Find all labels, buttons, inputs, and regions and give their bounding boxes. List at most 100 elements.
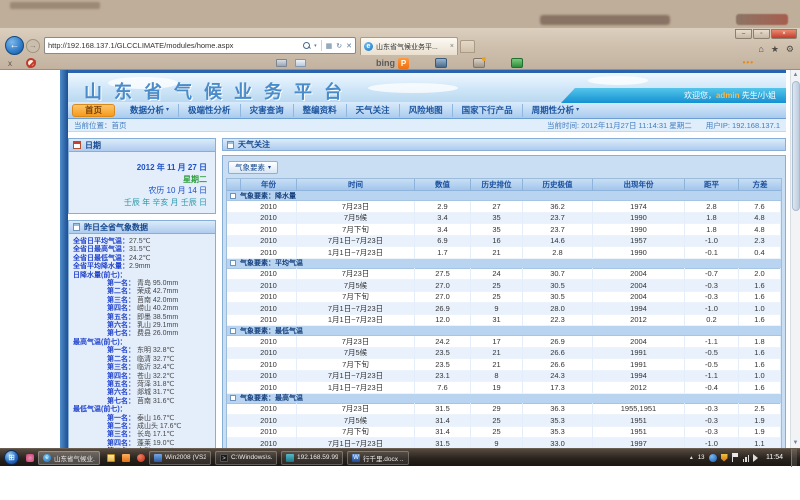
cell-1: 7月23日: [297, 336, 415, 348]
table-row[interactable]: 20101月1日~7月23日1.7212.81990-0.10.4: [227, 247, 781, 259]
more-options-icon[interactable]: •••: [743, 58, 754, 67]
camera-addon-icon[interactable]: [435, 58, 447, 68]
nav-item-0[interactable]: 首页: [72, 104, 115, 117]
cell-5: 2004: [593, 268, 685, 280]
table-row[interactable]: 20107月5候23.52126.61991-0.51.6: [227, 348, 781, 360]
close-addon-bar-icon[interactable]: x: [8, 59, 12, 68]
show-desktop-button[interactable]: [791, 449, 797, 467]
close-button[interactable]: ×: [771, 29, 797, 39]
table-row[interactable]: 20107月23日24.21726.92004-1.11.8: [227, 336, 781, 348]
share-addon-icon[interactable]: [511, 58, 523, 68]
group-checkbox[interactable]: [230, 260, 236, 266]
vertical-scrollbar[interactable]: ▲ ▼: [790, 70, 800, 448]
forward-button[interactable]: →: [26, 39, 40, 53]
weather-stat: 全省日最低气温：24.2℃: [73, 255, 213, 263]
network-icon[interactable]: [743, 454, 750, 462]
scrollbar-thumb[interactable]: [792, 81, 800, 211]
favorites-star-icon[interactable]: ★: [771, 44, 779, 55]
cell-4: 35.3: [523, 426, 593, 438]
start-button[interactable]: ⊞: [4, 450, 19, 465]
nav-item-8[interactable]: 周期性分析▾: [523, 104, 589, 117]
table-row[interactable]: 20107月1日~7月23日26.9928.01994-1.01.0: [227, 303, 781, 315]
taskbar-window-button-3[interactable]: 192.168.59.99...: [281, 451, 343, 465]
table-row[interactable]: 20107月23日2.92736.219742.87.6: [227, 201, 781, 213]
refresh-icon[interactable]: ↻: [336, 42, 342, 50]
table-row[interactable]: 20101月1日~7月23日12.03122.320120.21.6: [227, 315, 781, 327]
bing-badge-icon[interactable]: P: [398, 58, 409, 69]
back-button[interactable]: ←: [5, 36, 24, 55]
nav-item-4[interactable]: 整编资料: [294, 104, 347, 117]
home-icon[interactable]: ⌂: [758, 44, 763, 55]
taskbar-window-button-0[interactable]: e山东省气候业...: [38, 451, 100, 465]
table-row[interactable]: 20101月1日~7月23日7.61917.32012-0.41.6: [227, 382, 781, 394]
ime-icon[interactable]: [709, 454, 717, 462]
nav-item-7[interactable]: 国家下行产品: [453, 104, 523, 117]
element-selector-button[interactable]: 气象要素 ▾: [228, 161, 278, 174]
tab-title[interactable]: 山东省气候业务平...: [376, 42, 447, 52]
nav-item-3[interactable]: 灾害查询: [241, 104, 294, 117]
table-row[interactable]: 20107月23日27.52430.72004-0.72.0: [227, 269, 781, 281]
shield-icon[interactable]: [721, 454, 728, 462]
table-row[interactable]: 20107月下旬23.52126.61991-0.51.6: [227, 359, 781, 371]
card-addon-icon[interactable]: [276, 59, 287, 67]
cell-1: 7月下旬: [297, 426, 415, 438]
taskbar-window-button-4[interactable]: W行千里.docx ...: [347, 451, 409, 465]
media-player-icon[interactable]: [137, 454, 145, 462]
maximize-button[interactable]: ▫: [753, 29, 770, 39]
hidden-icons-chevron[interactable]: ▲: [689, 455, 694, 461]
cell-1: 7月5候: [297, 415, 415, 427]
table-row[interactable]: 20107月1日~7月23日31.5933.01997-1.01.1: [227, 438, 781, 448]
group-checkbox[interactable]: [230, 193, 236, 199]
group-checkbox[interactable]: [230, 395, 236, 401]
volume-icon[interactable]: [753, 454, 758, 462]
table-row[interactable]: 20107月5候27.02530.52004-0.31.6: [227, 280, 781, 292]
lunar-date: 农历 10 月 14 日: [69, 185, 207, 197]
cell-0: 2010: [241, 201, 297, 213]
nav-item-6[interactable]: 风险地图: [400, 104, 453, 117]
person-addon-icon[interactable]: [473, 58, 485, 68]
bing-logo[interactable]: bing: [376, 58, 395, 68]
table-row[interactable]: 20107月5候3.43523.719901.84.8: [227, 213, 781, 225]
taskbar-window-button-1[interactable]: Win2008 (VS2...: [149, 451, 211, 465]
cell-7: 1.6: [739, 347, 781, 359]
tools-gear-icon[interactable]: ⚙: [786, 44, 794, 55]
group-checkbox[interactable]: [230, 328, 236, 334]
compatibility-view-icon[interactable]: ▦: [326, 42, 333, 50]
bing-toolbar[interactable]: bing P: [376, 58, 409, 69]
address-bar[interactable]: http://192.168.137.1/GLCCLIMATE/modules/…: [44, 37, 356, 54]
rank-value: 长岛 17.1℃: [135, 431, 174, 438]
table-row[interactable]: 20107月1日~7月23日6.91614.61957-1.02.3: [227, 236, 781, 248]
nav-item-2[interactable]: 极端性分析: [179, 104, 241, 117]
orange-app-icon[interactable]: [122, 454, 130, 462]
cell-6: -0.7: [685, 268, 739, 280]
stop-icon[interactable]: ✕: [346, 42, 352, 50]
url-text[interactable]: http://192.168.137.1/GLCCLIMATE/modules/…: [48, 41, 303, 50]
table-row[interactable]: 20107月下旬27.02530.52004-0.31.6: [227, 292, 781, 304]
table-row[interactable]: 20107月23日31.52936.31955,1951-0.32.5: [227, 404, 781, 416]
nav-item-5[interactable]: 天气关注: [347, 104, 400, 117]
scroll-down-icon[interactable]: ▼: [791, 438, 800, 448]
cell-5: 2012: [593, 314, 685, 326]
action-center-flag-icon[interactable]: [732, 453, 739, 462]
table-row[interactable]: 20107月下旬3.43523.719901.84.8: [227, 224, 781, 236]
mail-addon-icon[interactable]: [295, 59, 306, 67]
blocked-icon[interactable]: [26, 58, 36, 68]
table-row[interactable]: 20107月下旬31.42535.31951-0.31.9: [227, 427, 781, 439]
cell-5: 1997: [593, 438, 685, 449]
taskbar-window-button-2[interactable]: >C:\Windows\s...: [215, 451, 277, 465]
browser-tab[interactable]: e 山东省气候业务平... ×: [360, 37, 458, 55]
cell-0: 2010: [241, 314, 297, 326]
minimize-button[interactable]: –: [735, 29, 752, 39]
table-row[interactable]: 20107月5候31.42535.31951-0.31.9: [227, 415, 781, 427]
pinned-app-icon[interactable]: [26, 454, 34, 462]
scroll-up-icon[interactable]: ▲: [791, 70, 800, 80]
table-row[interactable]: 20107月1日~7月23日23.1824.31994-1.11.0: [227, 371, 781, 383]
explorer-folder-icon[interactable]: [107, 454, 115, 462]
tab-close-icon[interactable]: ×: [450, 43, 454, 50]
taskbar-clock[interactable]: 11:54: [762, 454, 787, 461]
chevron-down-icon[interactable]: ▾: [314, 43, 317, 49]
cell-3: 17: [471, 336, 523, 348]
new-tab-button[interactable]: [460, 40, 475, 53]
nav-item-1[interactable]: 数据分析▾: [121, 104, 179, 117]
search-icon[interactable]: [303, 42, 310, 49]
